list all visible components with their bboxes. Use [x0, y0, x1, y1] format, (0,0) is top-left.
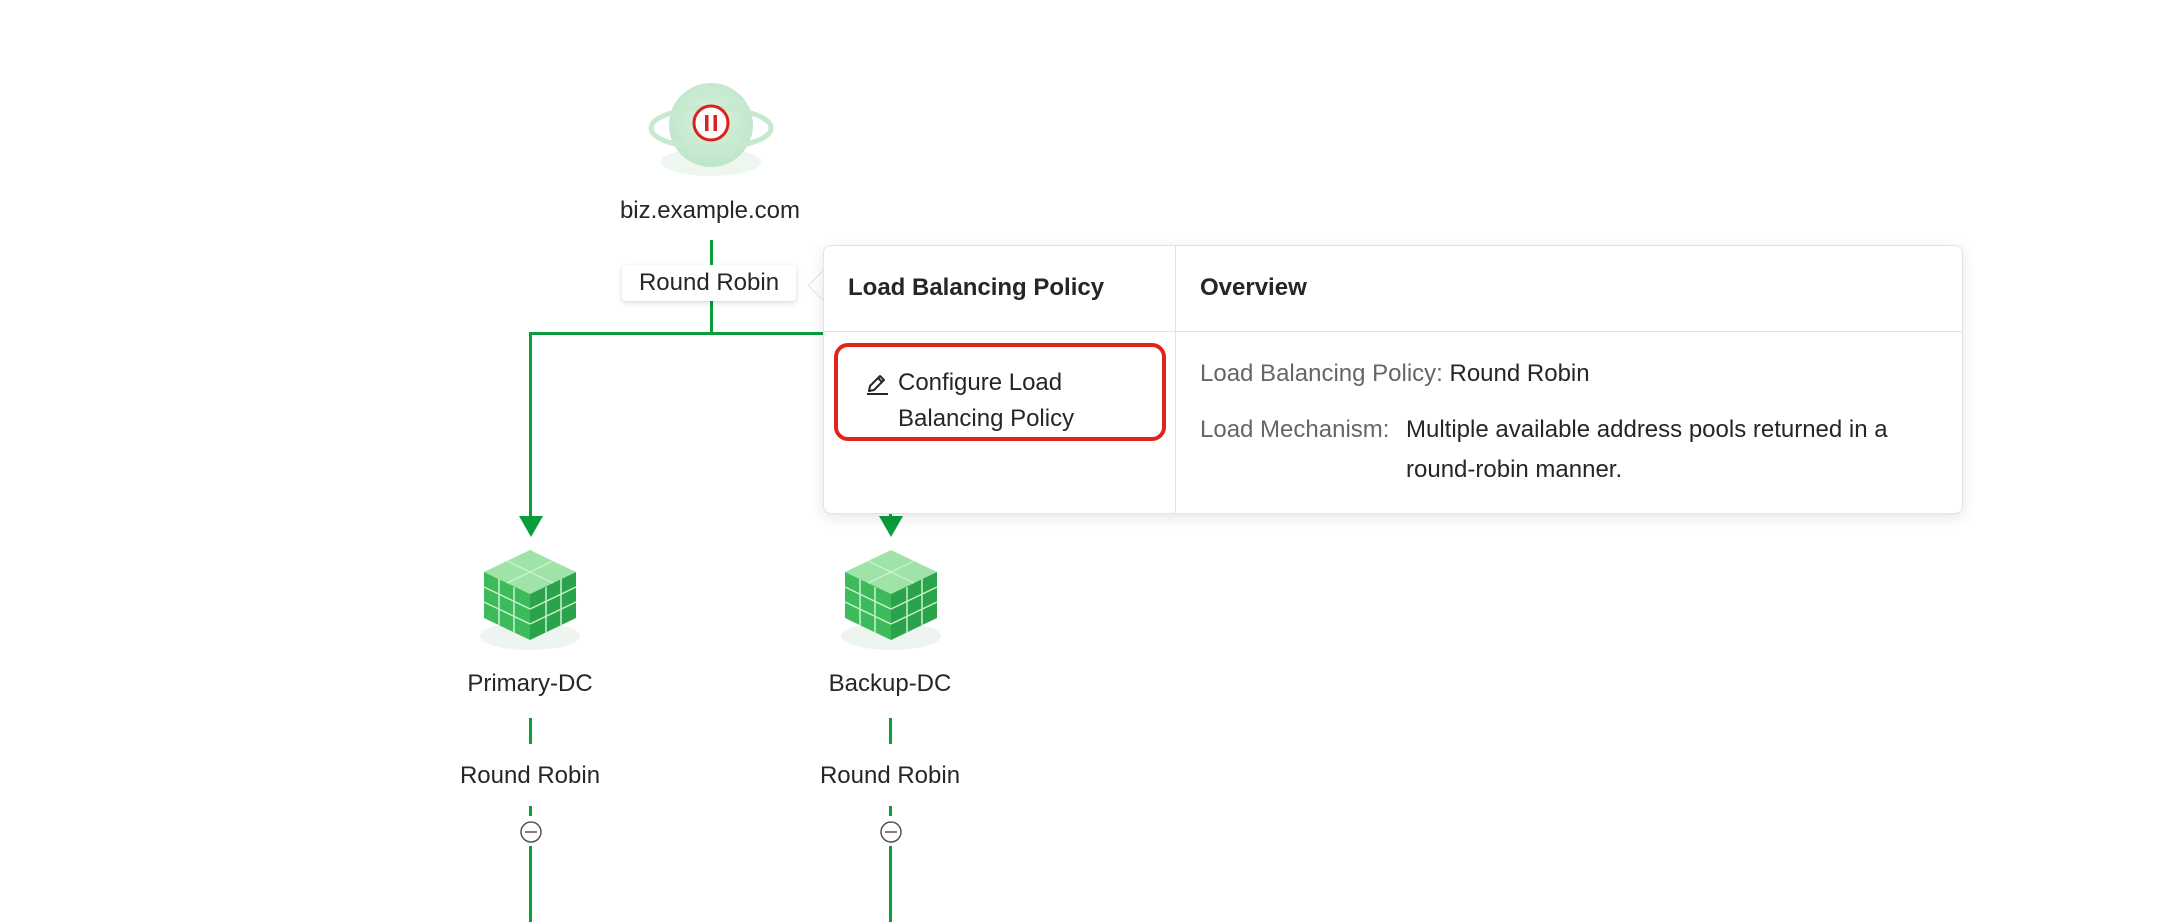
globe-pause-icon[interactable] [648, 70, 774, 182]
root-connector-mid [710, 301, 713, 334]
configure-load-balancing-button[interactable]: Configure Load Balancing Policy [834, 343, 1166, 441]
dc-primary-down-line [529, 846, 532, 922]
datacenter-name-backup[interactable]: Backup-DC [780, 670, 1000, 698]
overview-mechanism-value: Multiple available address pools returne… [1406, 416, 1888, 483]
collapse-icon[interactable] [879, 820, 903, 844]
popover-left-header: Load Balancing Policy [848, 274, 1105, 301]
datacenter-cube-icon[interactable] [470, 544, 590, 654]
overview-policy-value: Round Robin [1449, 360, 1590, 387]
arrow-down-icon [879, 516, 903, 537]
root-node-name[interactable]: biz.example.com [600, 197, 820, 225]
branch-line-primary [529, 332, 532, 520]
dc-backup-connector [889, 718, 892, 744]
configure-load-balancing-label: Configure Load Balancing Policy [898, 369, 1075, 432]
collapse-icon[interactable] [519, 820, 543, 844]
load-balancing-popover: Load Balancing Policy Overview Configure… [823, 245, 1963, 514]
dc-primary-connector-2 [529, 806, 532, 816]
branch-horizontal-line [529, 332, 823, 335]
datacenter-cube-icon[interactable] [831, 544, 951, 654]
root-connector-top [710, 240, 713, 265]
popover-header-divider [824, 331, 1962, 332]
popover-right-header: Overview [1200, 274, 1307, 301]
overview-policy-row: Load Balancing Policy: Round Robin [1200, 354, 1940, 394]
overview-mechanism-key: Load Mechanism: [1200, 416, 1390, 443]
datacenter-name-primary[interactable]: Primary-DC [420, 670, 640, 698]
datacenter-policy-backup[interactable]: Round Robin [780, 762, 1000, 790]
popover-column-divider [1175, 246, 1176, 513]
arrow-down-icon [519, 516, 543, 537]
datacenter-policy-primary[interactable]: Round Robin [420, 762, 640, 790]
dc-backup-connector-2 [889, 806, 892, 816]
dc-primary-connector [529, 718, 532, 744]
root-policy-tag[interactable]: Round Robin [622, 265, 796, 301]
edit-icon [867, 375, 888, 395]
dc-backup-down-line [889, 846, 892, 922]
overview-policy-key: Load Balancing Policy: [1200, 360, 1443, 387]
